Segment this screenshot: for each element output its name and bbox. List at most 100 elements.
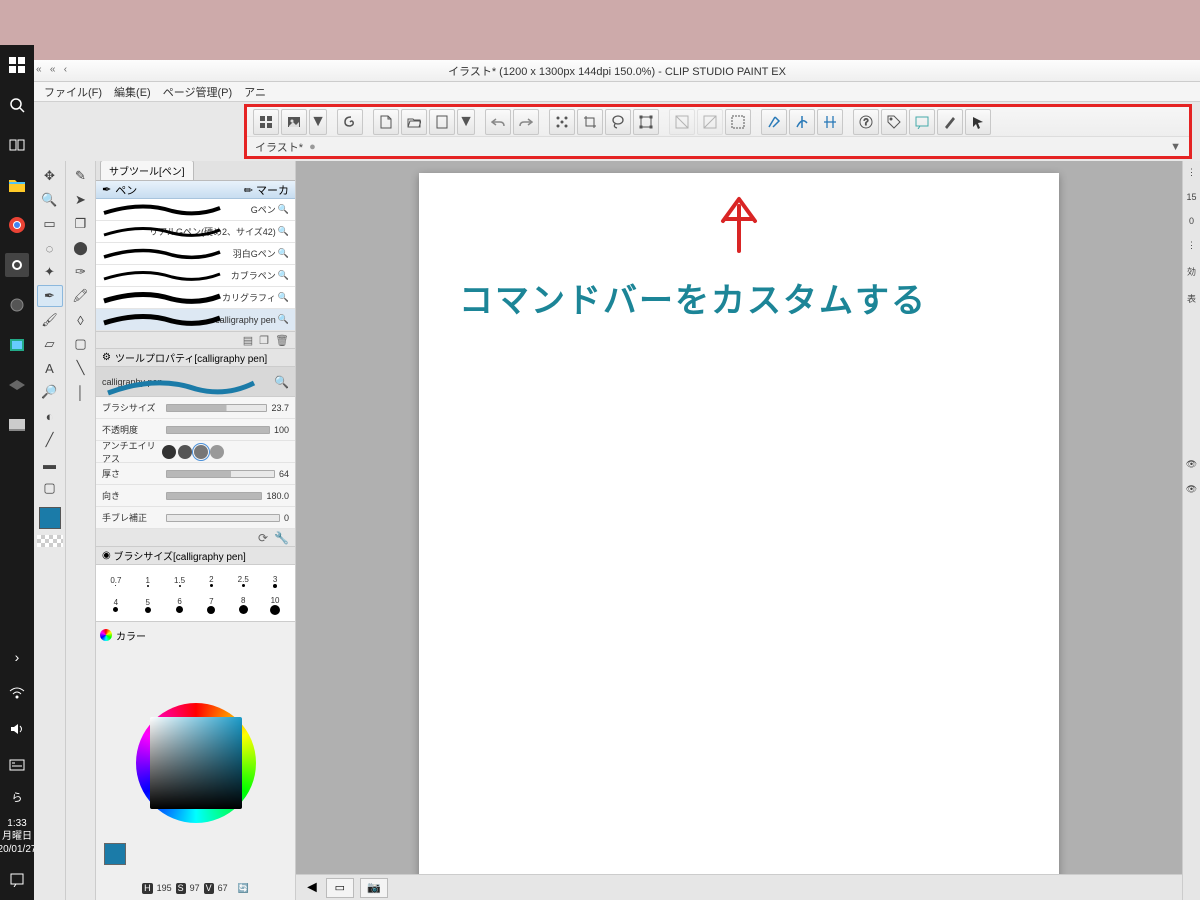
brush-size-cell[interactable]: 8 [229,596,257,614]
right-val2[interactable]: 0 [1189,216,1194,226]
timeline-frame-icon[interactable]: ▭ [326,878,354,898]
tool-move-icon[interactable]: ✥ [37,165,63,187]
cmd-redo-icon[interactable] [513,109,539,135]
cmd-snap-grid-icon[interactable] [817,109,843,135]
start-icon[interactable] [5,53,29,77]
brush-item[interactable]: カブラペン🔍 [96,265,295,287]
subtool-copy-icon[interactable]: ❐ [259,334,269,347]
expand-icon[interactable]: › [5,645,29,669]
brush-size-cell[interactable]: 10 [261,596,289,615]
brush-size-cell[interactable]: 1 [134,576,162,587]
brush-size-cell[interactable]: 2.5 [229,575,257,587]
canvas-viewport[interactable]: コマンドバーをカスタムする [296,161,1182,874]
cmd-transform-icon[interactable] [633,109,659,135]
menu-edit[interactable]: 編集(E) [110,82,155,102]
cmd-snap-special-icon[interactable] [789,109,815,135]
prop-stabilize[interactable]: 手ブレ補正0 [96,507,295,529]
cmd-help-icon[interactable]: ? [853,109,879,135]
cmd-new-icon[interactable] [373,109,399,135]
cmd-assets-icon[interactable] [281,109,307,135]
tool-eraser-icon[interactable]: ▱ [37,333,63,355]
tool2-nib-icon[interactable]: ✑ [68,261,94,283]
cmd-clipstudio-icon[interactable] [253,109,279,135]
tool-loupe-icon[interactable]: 🔎 [37,381,63,403]
subtool-tab[interactable]: サブツール[ペン] [100,161,194,180]
transparent-swatch[interactable] [37,535,63,547]
notification-icon[interactable] [5,868,29,892]
app-icon-1[interactable] [5,293,29,317]
clipstudio-icon[interactable] [5,253,29,277]
cmd-pen-icon[interactable] [937,109,963,135]
tool2-layer-icon[interactable]: ❐ [68,213,94,235]
brush-item[interactable]: 羽白Gペン🔍 [96,243,295,265]
right-eye-icon[interactable]: 👁 [1186,459,1197,470]
foreground-color-swatch[interactable] [39,507,61,529]
cmd-open-icon[interactable] [401,109,427,135]
right-val1[interactable]: 15 [1186,192,1196,202]
cmd-dropdown-icon[interactable]: ▼ [309,109,327,135]
app-icon-3[interactable] [5,373,29,397]
menu-anim[interactable]: アニ [240,82,270,102]
canvas-scroll-left-icon[interactable]: ◄ [304,879,320,897]
subtool-group-pen[interactable]: ✒ ペン ✏ マーカ [96,181,295,199]
prop-direction[interactable]: 向き180.0 [96,485,295,507]
tool-fill-icon[interactable]: ▬ [37,453,63,475]
tool2-line-icon[interactable]: │ [68,381,94,403]
brush-item[interactable]: カリグラフィ🔍 [96,287,295,309]
tool-autoselect-icon[interactable]: ✦ [37,261,63,283]
tp-wrench-icon[interactable]: 🔧 [274,531,289,545]
brush-size-cell[interactable]: 1.5 [166,576,194,587]
timeline-camera-icon[interactable]: 📷 [360,878,388,898]
tool2-pen-icon[interactable]: ✎ [68,165,94,187]
tool-text-icon[interactable]: A [37,357,63,379]
tool2-balloon-icon[interactable]: ◊ [68,309,94,331]
brush-item[interactable]: Gペン🔍 [96,199,295,221]
tool-zoom-icon[interactable]: 🔍 [37,189,63,211]
marker-group-icon[interactable]: ✏ マーカ [244,182,289,198]
color-wheel[interactable] [136,703,256,823]
brush-size-cell[interactable]: 2 [197,575,225,587]
tool2-arrow-icon[interactable]: ➤ [68,189,94,211]
ime-icon[interactable] [5,753,29,777]
tool2-ruler-icon[interactable]: ╲ [68,357,94,379]
brush-size-cell[interactable]: 0.7 [102,576,130,586]
brush-size-cell[interactable]: 4 [102,598,130,612]
subtool-trash-icon[interactable]: 🗑 [275,334,289,347]
tool2-brush2-icon[interactable]: 🖍 [68,285,94,307]
cmd-page-dropdown-icon[interactable]: ▼ [457,109,475,135]
tool-gradient-icon[interactable]: ◐ [37,405,63,427]
brush-size-cell[interactable]: 7 [197,597,225,614]
cmd-dialog-icon[interactable] [909,109,935,135]
brush-item[interactable]: calligraphy pen🔍 [96,309,295,331]
chrome-icon[interactable] [5,213,29,237]
brush-item[interactable]: リアルGペン(硬め2、サイズ42)🔍 [96,221,295,243]
cmd-lasso-icon[interactable] [605,109,631,135]
brush-size-cell[interactable]: 3 [261,575,289,588]
app-icon-2[interactable] [5,333,29,357]
app-icon-4[interactable] [5,413,29,437]
cmd-select-icon[interactable] [725,109,751,135]
color-current-swatch[interactable] [104,843,126,865]
right-handle2-icon[interactable]: ⋮ [1187,240,1196,251]
right-eye2-icon[interactable]: 👁 [1186,484,1197,495]
subtool-menu-icon[interactable]: ▤ [243,334,253,347]
taskview-icon[interactable] [5,133,29,157]
prop-thickness[interactable]: 厚さ64 [96,463,295,485]
cmd-cursor-icon[interactable] [965,109,991,135]
right-handle-icon[interactable]: ⋮ [1187,167,1196,178]
cmd-clear-icon[interactable] [549,109,575,135]
cmd-tag-icon[interactable] [881,109,907,135]
brush-size-cell[interactable]: 5 [134,598,162,613]
wifi-icon[interactable] [5,681,29,705]
preview-zoom-icon[interactable]: 🔍 [274,375,289,389]
cmd-tone-off-icon[interactable] [669,109,695,135]
document-tab-name[interactable]: イラスト* [255,139,303,155]
right-label-1[interactable]: 効 [1187,265,1196,278]
cmd-page-icon[interactable] [429,109,455,135]
panel-collapse-handles[interactable]: « « ‹ [36,64,67,75]
color-cycle-icon[interactable]: 🔄 [238,883,249,894]
right-label-2[interactable]: 表 [1187,292,1196,305]
cmd-spiral-icon[interactable] [337,109,363,135]
tool-brush-icon[interactable]: 🖌 [37,309,63,331]
cmd-snap-ruler-icon[interactable] [761,109,787,135]
